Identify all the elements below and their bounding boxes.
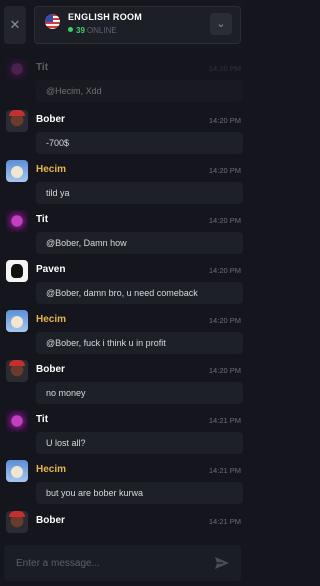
message-username[interactable]: Hecim xyxy=(36,314,66,325)
message-text: U lost all? xyxy=(36,432,243,454)
send-icon[interactable] xyxy=(214,555,230,571)
chevron-down-icon: ⌄ xyxy=(216,18,226,30)
avatar[interactable] xyxy=(6,260,28,282)
message-time: 14:20 PM xyxy=(208,316,241,325)
message-username[interactable]: Bober xyxy=(36,515,65,526)
message-text: -700$ xyxy=(36,132,243,154)
message-time: 14:20 PM xyxy=(208,216,241,225)
avatar[interactable] xyxy=(6,360,28,382)
room-title: ENGLISH ROOM xyxy=(68,12,143,22)
avatar[interactable] xyxy=(6,511,28,533)
room-dropdown-button[interactable]: ⌄ xyxy=(210,13,232,35)
chat-header: ✕ ENGLISH ROOM 39 ONLINE ⌄ xyxy=(0,0,245,50)
message-username[interactable]: Tit xyxy=(36,214,48,225)
message-text: @Bober, Damn how xyxy=(36,232,243,254)
message-time: 14:20 PM xyxy=(208,266,241,275)
chat-message: Tit 14:21 PM U lost all? xyxy=(0,406,245,456)
chat-message: Bober 14:20 PM -700$ xyxy=(0,106,245,156)
message-time: 14:20 PM xyxy=(208,366,241,375)
message-username[interactable]: Tit xyxy=(36,62,48,73)
chat-message: Bober 14:21 PM xyxy=(0,507,245,540)
chat-message: Bober 14:20 PM no money xyxy=(0,356,245,406)
message-username[interactable]: Hecim xyxy=(36,164,66,175)
avatar[interactable] xyxy=(6,110,28,132)
message-time: 14:20 PM xyxy=(208,166,241,175)
message-text: @Bober, damn bro, u need comeback xyxy=(36,282,243,304)
message-time: 14:21 PM xyxy=(208,517,241,526)
avatar[interactable] xyxy=(6,460,28,482)
avatar[interactable] xyxy=(6,410,28,432)
avatar[interactable] xyxy=(6,58,28,80)
message-text: tild ya xyxy=(36,182,243,204)
chat-message: Hecim 14:20 PM @Bober, fuck i think u in… xyxy=(0,306,245,356)
message-time: 14:20 PM xyxy=(208,116,241,125)
chat-message: Hecim 14:20 PM tild ya xyxy=(0,156,245,206)
message-input[interactable] xyxy=(4,545,209,581)
avatar[interactable] xyxy=(6,210,28,232)
message-list[interactable]: Tit 14:20 PM @Hecim, Xdd Bober 14:20 PM … xyxy=(0,52,245,540)
message-time: 14:21 PM xyxy=(208,416,241,425)
online-status: 39 ONLINE xyxy=(68,26,117,35)
message-username[interactable]: Hecim xyxy=(36,464,66,475)
message-text: @Hecim, Xdd xyxy=(36,80,243,102)
message-username[interactable]: Bober xyxy=(36,114,65,125)
message-username[interactable]: Bober xyxy=(36,364,65,375)
message-username[interactable]: Paven xyxy=(36,264,65,275)
online-dot-icon xyxy=(68,27,73,32)
avatar[interactable] xyxy=(6,160,28,182)
chat-message: Paven 14:20 PM @Bober, damn bro, u need … xyxy=(0,256,245,306)
message-time: 14:21 PM xyxy=(208,466,241,475)
chat-message: Tit 14:20 PM @Bober, Damn how xyxy=(0,206,245,256)
message-text: but you are bober kurwa xyxy=(36,482,243,504)
us-flag-icon xyxy=(45,14,60,29)
close-icon: ✕ xyxy=(9,17,21,32)
online-count: 39 xyxy=(76,26,85,35)
chat-message: Hecim 14:21 PM but you are bober kurwa xyxy=(0,456,245,506)
online-label: ONLINE xyxy=(86,26,117,35)
avatar[interactable] xyxy=(6,310,28,332)
message-text: no money xyxy=(36,382,243,404)
room-selector[interactable]: ENGLISH ROOM 39 ONLINE ⌄ xyxy=(34,6,241,44)
message-text: @Bober, fuck i think u in profit xyxy=(36,332,243,354)
message-time: 14:20 PM xyxy=(208,64,241,73)
message-username[interactable]: Tit xyxy=(36,414,48,425)
message-composer xyxy=(4,545,241,581)
close-button[interactable]: ✕ xyxy=(4,6,26,44)
